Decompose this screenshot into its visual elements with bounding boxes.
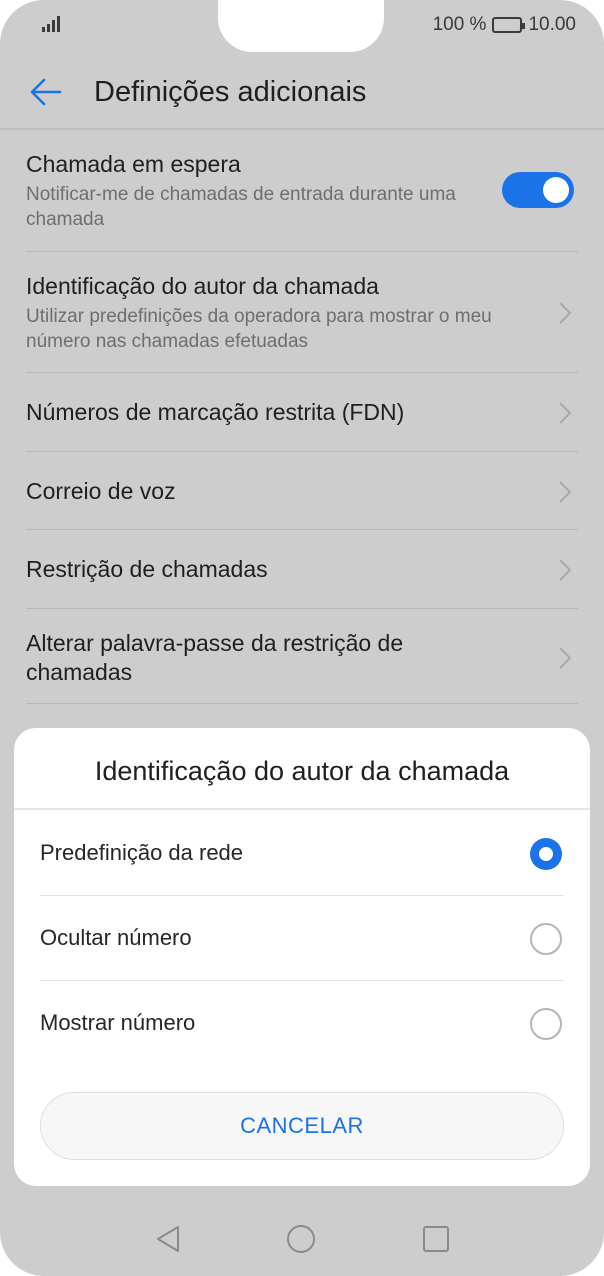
- setting-subtitle: Utilizar predefinições da operadora para…: [26, 306, 492, 352]
- dialog-divider: [14, 808, 590, 810]
- back-triangle-icon[interactable]: [154, 1224, 182, 1254]
- back-arrow-icon[interactable]: [28, 74, 64, 110]
- setting-call-barring[interactable]: Restrição de chamadas: [26, 530, 578, 609]
- status-right: 100 % 10.00: [433, 14, 576, 36]
- setting-title: Correio de voz: [26, 478, 176, 504]
- option-network-default[interactable]: Predefinição da rede: [40, 812, 564, 896]
- option-label: Predefinição da rede: [40, 840, 244, 865]
- status-bar: 100 % 10.00: [0, 0, 604, 50]
- option-divider: [40, 980, 564, 981]
- signal-icon: [42, 16, 62, 32]
- chevron-right-icon: [559, 559, 572, 581]
- app-bar: Definições adicionais: [0, 56, 604, 128]
- settings-list: Chamada em espera Notificar-me de chamad…: [26, 130, 578, 704]
- radio-unselected[interactable]: [530, 923, 562, 955]
- option-hide-number[interactable]: Ocultar número: [40, 897, 564, 981]
- setting-call-waiting[interactable]: Chamada em espera Notificar-me de chamad…: [26, 130, 578, 252]
- setting-barring-password[interactable]: Alterar palavra-passe da restrição de ch…: [26, 609, 578, 704]
- recents-square-icon[interactable]: [422, 1225, 450, 1253]
- clock: 10.00: [528, 14, 576, 35]
- caller-id-dialog: Identificação do autor da chamada Predef…: [14, 728, 590, 1186]
- phone-screen: 100 % 10.00 Definições adicionais Chamad…: [0, 0, 604, 1276]
- navigation-bar: [0, 1204, 604, 1276]
- setting-caller-id[interactable]: Identificação do autor da chamada Utiliz…: [26, 252, 578, 373]
- chevron-right-icon: [559, 402, 572, 424]
- setting-title: Números de marcação restrita (FDN): [26, 399, 405, 425]
- option-show-number[interactable]: Mostrar número: [40, 982, 564, 1066]
- setting-title: Chamada em espera: [26, 151, 241, 177]
- radio-selected[interactable]: [530, 838, 562, 870]
- setting-title: Identificação do autor da chamada: [26, 273, 379, 299]
- setting-title: Restrição de chamadas: [26, 556, 268, 582]
- setting-title: Alterar palavra-passe da restrição de ch…: [26, 630, 404, 685]
- setting-subtitle: Notificar-me de chamadas de entrada dura…: [26, 184, 456, 230]
- toggle-knob: [543, 177, 569, 203]
- setting-voicemail[interactable]: Correio de voz: [26, 452, 578, 530]
- chevron-right-icon: [559, 481, 572, 503]
- home-circle-icon[interactable]: [286, 1224, 316, 1254]
- option-divider: [40, 895, 564, 896]
- chevron-right-icon: [559, 302, 572, 324]
- dialog-title: Identificação do autor da chamada: [94, 756, 510, 786]
- call-waiting-toggle[interactable]: [502, 172, 574, 208]
- cancel-button[interactable]: CANCELAR: [40, 1092, 564, 1160]
- page-title: Definições adicionais: [94, 76, 367, 108]
- chevron-right-icon: [559, 647, 572, 669]
- option-label: Ocultar número: [40, 925, 192, 950]
- radio-unselected[interactable]: [530, 1008, 562, 1040]
- option-label: Mostrar número: [40, 1010, 196, 1035]
- setting-fdn[interactable]: Números de marcação restrita (FDN): [26, 373, 578, 452]
- battery-percent: 100 %: [432, 14, 487, 35]
- battery-icon: [492, 17, 526, 33]
